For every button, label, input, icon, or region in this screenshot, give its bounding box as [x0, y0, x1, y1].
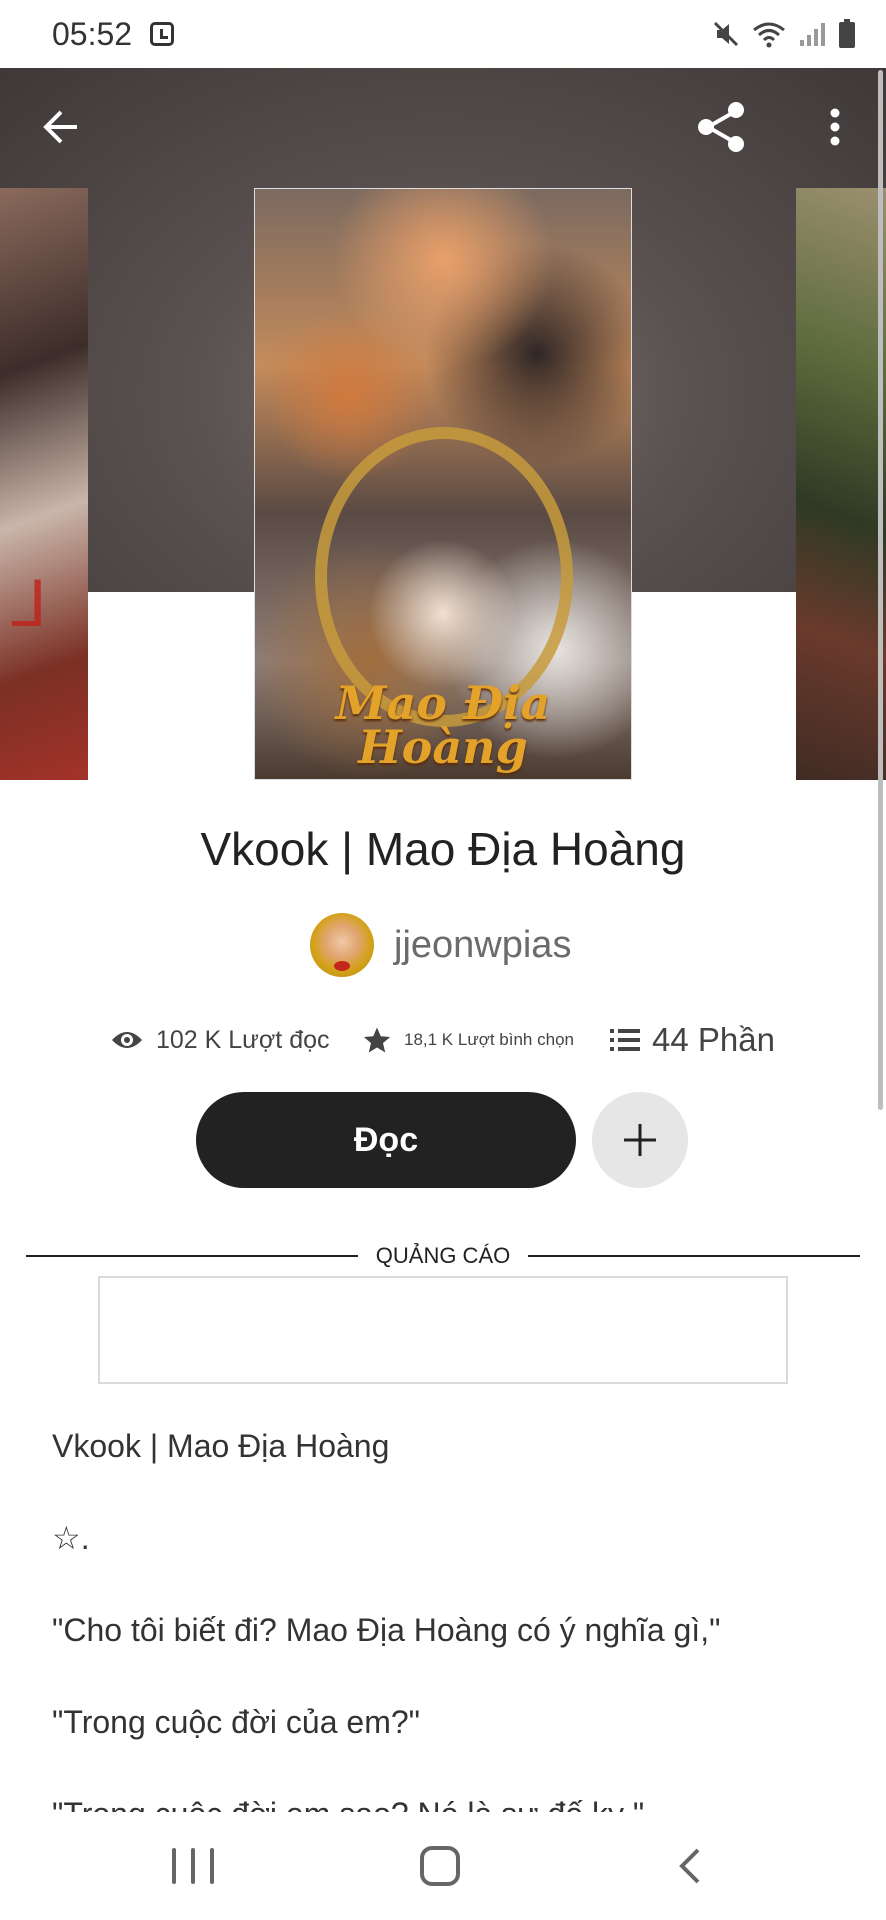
parts-count[interactable]: 44 Phần [652, 1021, 775, 1059]
prev-cover-art: ᒧ [8, 568, 48, 642]
story-title: Vkook | Mao Địa Hoàng [200, 823, 686, 875]
status-bar: 05:52 [0, 0, 886, 68]
share-button[interactable] [688, 94, 754, 160]
ad-divider: QUẢNG CÁO [26, 1238, 860, 1274]
story-cover[interactable]: Mao Địa Hoàng [254, 188, 632, 780]
avatar[interactable] [310, 913, 374, 977]
votes-count: 18,1 K Lượt bình chọn [404, 1030, 574, 1049]
mute-icon [713, 21, 739, 47]
plus-icon [624, 1124, 656, 1156]
star-icon [363, 1027, 391, 1053]
description-line: ☆. [52, 1520, 90, 1556]
alarm-icon [150, 22, 174, 46]
signal-icon [800, 23, 825, 46]
status-time: 05:52 [52, 16, 133, 52]
author-link[interactable]: jjeonwpias [310, 912, 571, 978]
ad-slot[interactable] [98, 1276, 788, 1384]
votes-stat: 18,1 K Lượt bình chọn [362, 1014, 574, 1066]
parts-stat[interactable]: 44 Phần [610, 1014, 775, 1066]
add-to-library-button[interactable] [592, 1092, 688, 1188]
more-options-button[interactable] [810, 94, 860, 160]
wifi-icon [753, 22, 785, 48]
reads-stat: 102 K Lượt đọc [110, 1014, 330, 1066]
battery-icon [839, 19, 855, 48]
author-name[interactable]: jjeonwpias [394, 924, 571, 967]
nav-back-icon[interactable] [670, 1846, 710, 1886]
status-icons [712, 18, 856, 50]
description-line: "Trong cuộc đời em sao? Nó là sự đế kỵ." [52, 1792, 852, 1812]
cover-title: Mao Địa Hoàng [335, 676, 551, 774]
back-button[interactable] [30, 96, 92, 158]
scrollbar[interactable] [878, 70, 883, 1110]
system-nav-bar [0, 1812, 886, 1920]
ad-divider-line-right [528, 1255, 860, 1257]
story-stats: 102 K Lượt đọc 18,1 K Lượt bình chọn 44 … [110, 1014, 790, 1066]
reads-count: 102 K Lượt đọc [156, 1025, 330, 1054]
home-icon[interactable] [420, 1846, 460, 1886]
list-icon [610, 1029, 640, 1051]
read-button[interactable]: Đọc [196, 1092, 576, 1188]
story-description: Vkook | Mao Địa Hoàng ☆. "Cho tôi biết đ… [52, 1424, 852, 1812]
recents-icon[interactable] [172, 1848, 214, 1884]
back-arrow-icon [43, 110, 77, 144]
eye-icon [112, 1032, 142, 1048]
share-icon [698, 102, 744, 152]
prev-story-cover[interactable]: ᒧ [0, 188, 88, 780]
next-story-cover[interactable] [796, 188, 886, 780]
description-line: "Cho tôi biết đi? Mao Địa Hoàng có ý ngh… [52, 1612, 721, 1648]
description-line: Vkook | Mao Địa Hoàng [52, 1428, 390, 1464]
description-line: "Trong cuộc đời của em?" [52, 1704, 421, 1740]
more-vert-icon [830, 108, 840, 146]
top-app-bar [0, 68, 886, 188]
